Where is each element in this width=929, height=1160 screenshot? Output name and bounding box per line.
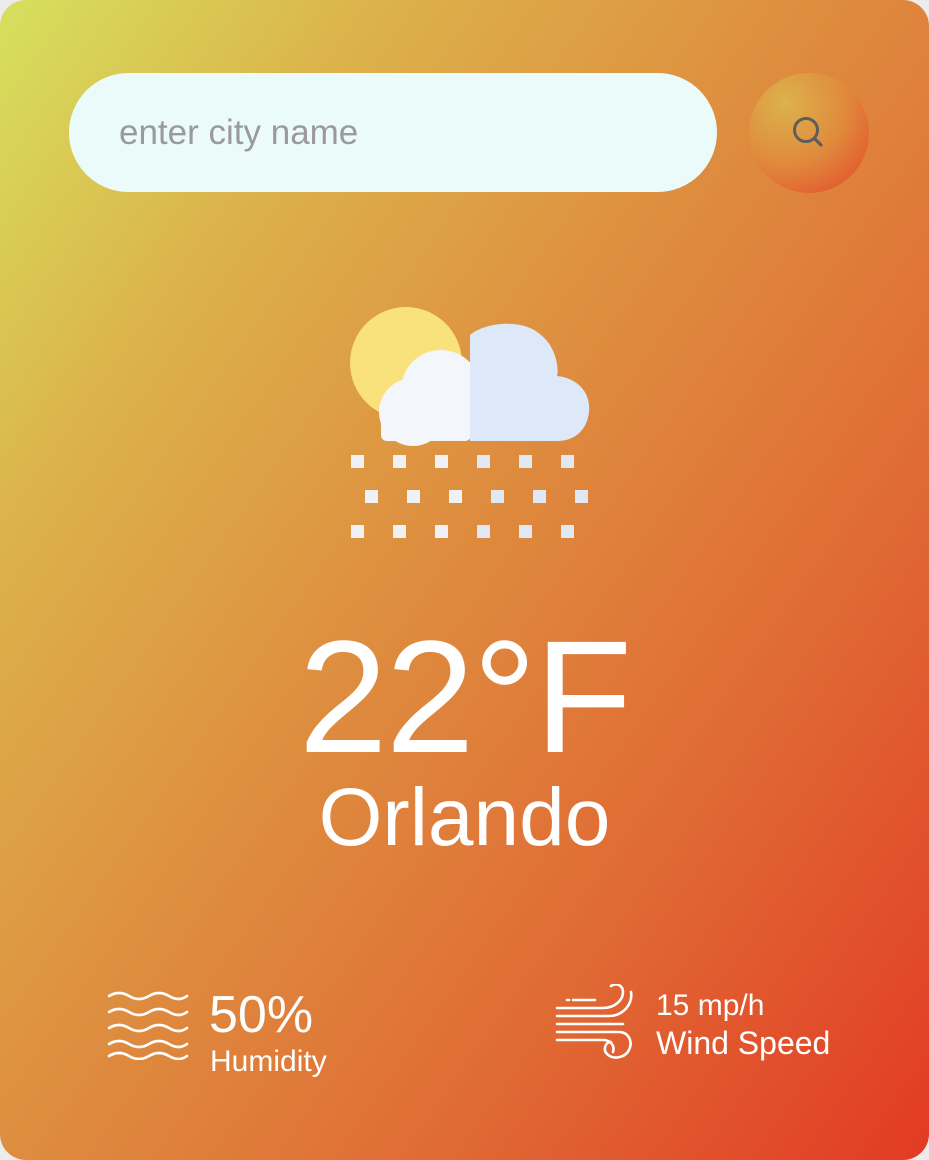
wind-speed-label: Wind Speed [656,1025,831,1061]
humidity-label: Humidity [210,1045,327,1078]
weather-card: 22°F Orlando 50% Humidity 15 mp/h Wind S… [0,0,929,1160]
partly-cloudy-snow-icon [350,307,590,538]
search-icon [793,117,823,147]
humidity-waves-icon [107,991,189,1060]
temperature: 22°F [298,607,633,786]
search-input[interactable] [69,73,717,192]
search-button[interactable] [749,73,869,193]
humidity-value: 50% [209,986,314,1044]
wind-icon [555,984,633,1059]
wind-speed-value: 15 mp/h [656,989,765,1022]
city-name: Orlando [318,772,611,863]
